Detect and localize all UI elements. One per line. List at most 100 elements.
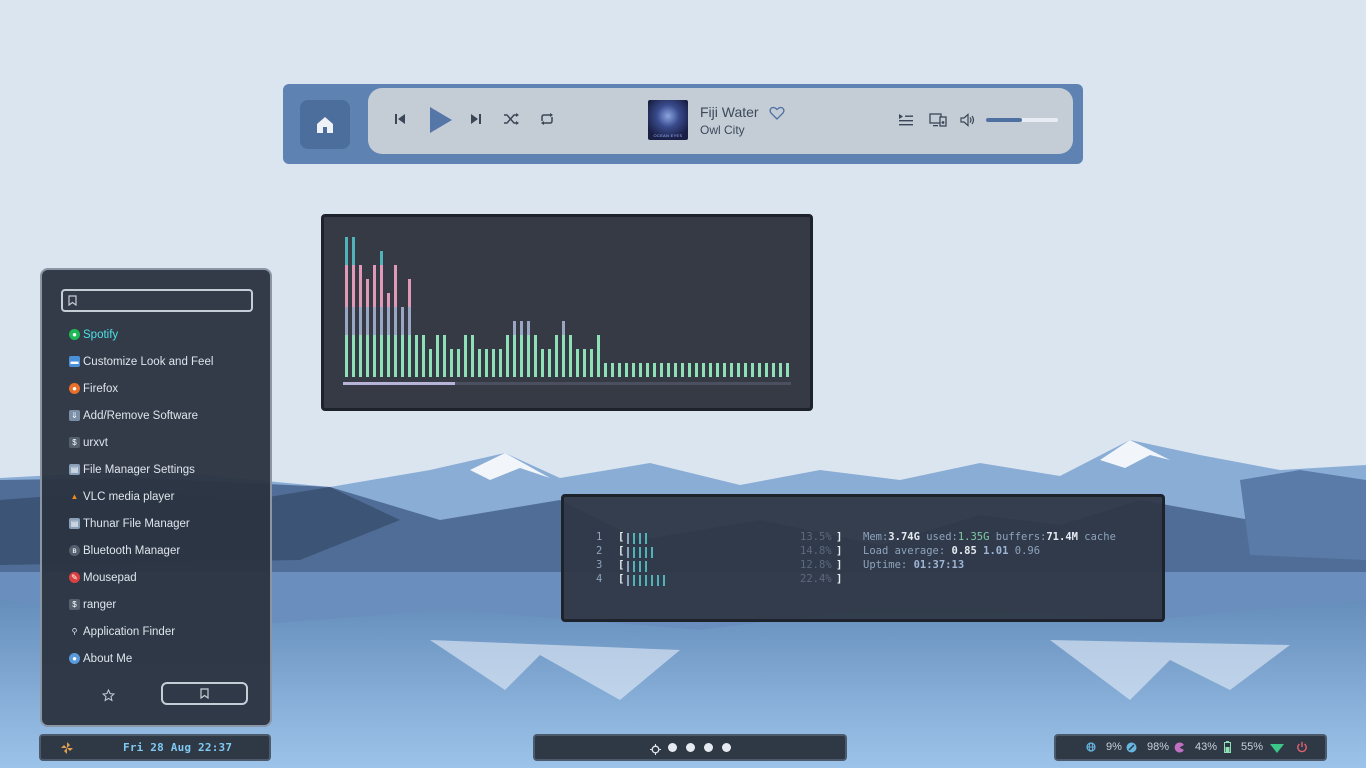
visualizer-bar bbox=[541, 349, 544, 377]
visualizer-bar bbox=[786, 363, 789, 377]
visualizer-bar bbox=[464, 335, 467, 377]
app-item-ranger[interactable]: $ ranger bbox=[69, 591, 259, 618]
app-item-file-manager-settings[interactable]: ▤ File Manager Settings bbox=[69, 456, 259, 483]
visualizer-bar bbox=[485, 349, 488, 377]
power-icon[interactable] bbox=[1296, 741, 1308, 753]
app-item-bluetooth-manager[interactable]: ʙ Bluetooth Manager bbox=[69, 537, 259, 564]
visualizer-bar bbox=[401, 335, 404, 377]
visualizer-bar bbox=[548, 349, 551, 377]
cpu-percent: 12.8% bbox=[800, 559, 832, 571]
visualizer-bar bbox=[359, 335, 362, 377]
volume-slider[interactable] bbox=[986, 118, 1058, 122]
mem-label: Mem: bbox=[863, 531, 889, 543]
next-button[interactable] bbox=[468, 111, 484, 127]
thunar-icon: ▤ bbox=[69, 518, 80, 529]
cpu-usage-tick bbox=[651, 547, 653, 558]
visualizer-bar bbox=[422, 335, 425, 377]
app-item-mousepad[interactable]: ✎ Mousepad bbox=[69, 564, 259, 591]
app-item-label: About Me bbox=[83, 652, 133, 665]
app-item-thunar-file-manager[interactable]: ▤ Thunar File Manager bbox=[69, 510, 259, 537]
app-item-label: ranger bbox=[83, 598, 117, 611]
visualizer-canvas bbox=[343, 237, 791, 385]
disk-stat[interactable]: 98% bbox=[1126, 741, 1169, 753]
disk-icon bbox=[1126, 742, 1142, 753]
next-icon bbox=[471, 114, 481, 124]
cpu-usage-tick bbox=[627, 561, 629, 572]
cpu-number: 3 bbox=[596, 559, 603, 571]
visualizer-bar bbox=[562, 335, 565, 377]
like-button[interactable] bbox=[768, 105, 786, 121]
app-item-application-finder[interactable]: ⚲ Application Finder bbox=[69, 618, 259, 645]
app-item-firefox[interactable]: ● Firefox bbox=[69, 375, 259, 402]
workspace-bar bbox=[533, 734, 847, 761]
app-item-about-me[interactable]: ● About Me bbox=[69, 645, 259, 672]
app-item-urxvt[interactable]: $ urxvt bbox=[69, 429, 259, 456]
cpu-bracket-left: [ bbox=[618, 559, 625, 571]
visualizer-bar bbox=[373, 307, 376, 335]
battery-stat[interactable]: 55% bbox=[1224, 741, 1263, 753]
mem-buffers: 71.4M bbox=[1046, 531, 1078, 543]
cpu-meter-row: 4 [22.4%] bbox=[596, 573, 846, 587]
play-button[interactable] bbox=[426, 105, 454, 135]
workspace-dot[interactable] bbox=[722, 743, 731, 752]
workspace-dot[interactable] bbox=[704, 743, 713, 752]
visualizer-bar bbox=[380, 307, 383, 335]
home-button[interactable] bbox=[300, 100, 350, 149]
menu-logo-icon[interactable] bbox=[60, 741, 74, 755]
memory-icon bbox=[1174, 742, 1190, 753]
visualizer-bar bbox=[527, 321, 530, 335]
visualizer-bar bbox=[359, 265, 362, 307]
visualizer-bar bbox=[394, 335, 397, 377]
visualizer-bar bbox=[443, 335, 446, 377]
queue-button[interactable] bbox=[898, 112, 914, 128]
stat-value: 9% bbox=[1106, 741, 1122, 753]
workspace-dot[interactable] bbox=[668, 743, 677, 752]
cpu-usage-tick bbox=[633, 561, 635, 572]
visualizer-bar bbox=[345, 335, 348, 377]
visualizer-bar bbox=[723, 363, 726, 377]
visualizer-bar bbox=[583, 349, 586, 377]
spotify-icon: ● bbox=[69, 329, 80, 340]
visualizer-bar bbox=[513, 321, 516, 335]
cpu-bracket-right: ] bbox=[836, 531, 843, 543]
app-item-customize-look-and-feel[interactable]: ▬ Customize Look and Feel bbox=[69, 348, 259, 375]
cpu-usage-tick bbox=[639, 533, 641, 544]
app-item-add-remove-software[interactable]: ⇓ Add/Remove Software bbox=[69, 402, 259, 429]
workspace-active-icon[interactable] bbox=[650, 742, 661, 755]
app-item-spotify[interactable]: ● Spotify bbox=[69, 321, 259, 348]
wifi-icon[interactable] bbox=[1270, 742, 1284, 754]
terminal-icon: $ bbox=[69, 599, 80, 610]
favorites-button[interactable] bbox=[97, 684, 119, 706]
mem-used: 1.35G bbox=[957, 531, 990, 543]
visualizer-bar bbox=[597, 335, 600, 377]
search-input[interactable] bbox=[61, 289, 253, 312]
visualizer-bar bbox=[520, 321, 523, 335]
memory-stat[interactable]: 43% bbox=[1174, 741, 1217, 753]
app-item-label: Mousepad bbox=[83, 571, 137, 584]
visualizer-bar bbox=[555, 335, 558, 377]
visualizer-bar bbox=[499, 349, 502, 377]
visualizer-bar bbox=[380, 251, 383, 265]
visualizer-bar bbox=[394, 265, 397, 307]
status-bar: 9% 98% 43% 55% bbox=[1054, 734, 1327, 761]
load-5: 1.01 bbox=[983, 545, 1009, 557]
cpu-stat[interactable]: 9% bbox=[1086, 741, 1122, 753]
app-launcher: ● Spotify ▬ Customize Look and Feel ● Firefox… bbox=[40, 268, 272, 727]
cpu-usage-tick bbox=[639, 561, 641, 572]
devices-button[interactable] bbox=[929, 112, 947, 128]
software-icon: ⇓ bbox=[69, 410, 80, 421]
volume-button[interactable] bbox=[960, 112, 976, 128]
bookmarks-button[interactable] bbox=[161, 682, 248, 705]
cpu-usage-tick bbox=[627, 547, 629, 558]
shuffle-button[interactable] bbox=[502, 111, 520, 127]
visualizer-bar bbox=[380, 335, 383, 377]
visualizer-bar bbox=[394, 307, 397, 335]
visualizer-bar bbox=[429, 349, 432, 377]
repeat-button[interactable] bbox=[538, 111, 556, 127]
bookmark-icon bbox=[200, 688, 209, 699]
previous-icon bbox=[395, 114, 405, 124]
previous-button[interactable] bbox=[392, 111, 408, 127]
uptime-line: Uptime: 01:37:13 bbox=[863, 559, 964, 571]
app-item-vlc-media-player[interactable]: ▲ VLC media player bbox=[69, 483, 259, 510]
workspace-dot[interactable] bbox=[686, 743, 695, 752]
